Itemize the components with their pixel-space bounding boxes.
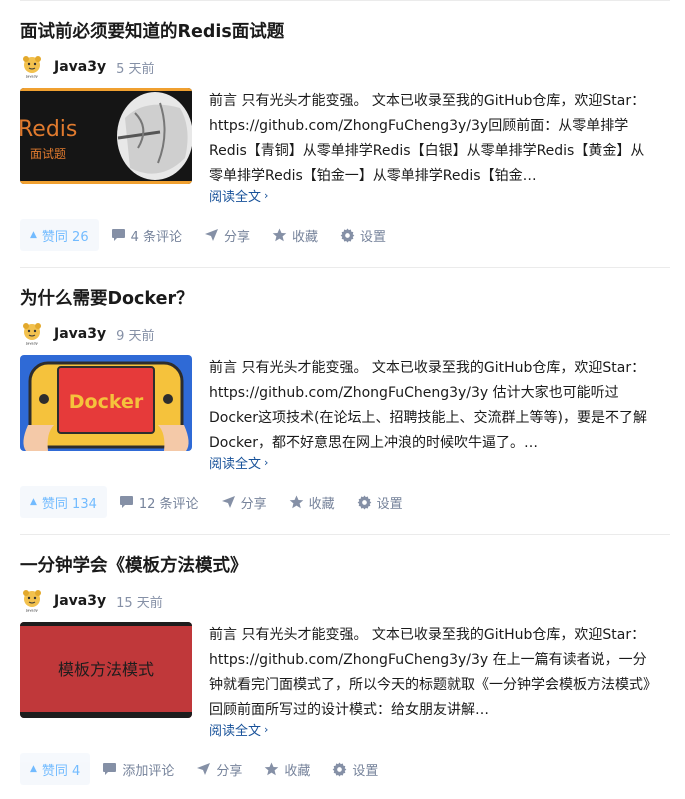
star-icon [272, 228, 287, 242]
read-more-label: 阅读全文 [209, 190, 262, 205]
collect-label: 收藏 [284, 763, 311, 779]
article-feed: 面试前必须要知道的Redis面试题 Java3y Java3y 5 天前 Red… [0, 0, 685, 799]
upvote-triangle-icon: ▲ [30, 230, 37, 240]
article-card: 一分钟学会《模板方法模式》 Java3y Java3y 15 天前 模板方法模式 [20, 535, 670, 799]
comment-button[interactable]: 添加评论 [102, 760, 174, 779]
settings-button[interactable]: 设置 [357, 493, 403, 512]
svg-text:Java3y: Java3y [25, 342, 38, 346]
upvote-button[interactable]: ▲ 赞同 26 [20, 219, 99, 251]
share-label: 分享 [216, 763, 243, 779]
cover-image[interactable]: Redis 面试题 [20, 88, 192, 184]
share-icon [221, 496, 235, 508]
author-name[interactable]: Java3y [54, 593, 106, 609]
gear-icon [340, 227, 355, 243]
post-time[interactable]: 5 天前 [116, 58, 154, 77]
article-excerpt[interactable]: 前言 只有光头才能变强。 文本已收录至我的GitHub仓库，欢迎Star：htt… [209, 356, 657, 456]
star-icon [289, 495, 303, 509]
upvote-button[interactable]: ▲ 赞同 134 [20, 486, 107, 518]
author-row: Java3y Java3y 9 天前 [20, 321, 155, 347]
cover-image[interactable]: Docker [20, 355, 192, 451]
avatar[interactable]: Java3y [20, 589, 44, 613]
read-more-label: 阅读全文 [209, 724, 262, 739]
cover-subtitle: 面试题 [30, 146, 66, 161]
chevron-right-icon: › [264, 189, 269, 202]
author-row: Java3y Java3y 5 天前 [20, 54, 155, 80]
article-card: 面试前必须要知道的Redis面试题 Java3y Java3y 5 天前 Red… [20, 1, 670, 267]
collect-label: 收藏 [292, 229, 319, 245]
cover-image[interactable]: 模板方法模式 [20, 622, 192, 718]
collect-label: 收藏 [308, 496, 335, 512]
cover-title: 模板方法模式 [58, 660, 154, 679]
chevron-right-icon: › [264, 456, 269, 469]
comment-icon [111, 229, 125, 241]
cover-title: Redis [20, 117, 77, 142]
action-bar: ▲ 赞同 134 12 条评论 分享 收藏 设置 [20, 486, 425, 518]
upvote-label: 赞同 134 [41, 496, 97, 512]
settings-button[interactable]: 设置 [332, 760, 378, 779]
comment-icon [119, 496, 133, 508]
article-excerpt[interactable]: 前言 只有光头才能变强。 文本已收录至我的GitHub仓库，欢迎Star：htt… [209, 89, 657, 189]
comment-label: 添加评论 [122, 763, 175, 779]
upvote-triangle-icon: ▲ [30, 497, 37, 507]
upvote-button[interactable]: ▲ 赞同 4 [20, 753, 91, 785]
comment-label: 4 条评论 [130, 229, 183, 245]
read-more-label: 阅读全文 [209, 457, 262, 472]
author-name[interactable]: Java3y [54, 326, 106, 342]
read-more-link[interactable]: 阅读全文 › [209, 720, 268, 739]
comment-button[interactable]: 4 条评论 [111, 226, 182, 245]
article-card: 为什么需要Docker？ Java3y Java3y 9 天前 Docker 前… [20, 268, 670, 534]
article-excerpt[interactable]: 前言 只有光头才能变强。 文本已收录至我的GitHub仓库，欢迎Star：htt… [209, 623, 657, 723]
comment-label: 12 条评论 [138, 496, 199, 512]
upvote-triangle-icon: ▲ [30, 764, 37, 774]
share-button[interactable]: 分享 [196, 760, 242, 779]
svg-text:Java3y: Java3y [25, 609, 38, 613]
collect-button[interactable]: 收藏 [289, 493, 335, 512]
share-icon [197, 763, 211, 775]
upvote-label: 赞同 26 [41, 229, 89, 245]
collect-button[interactable]: 收藏 [264, 760, 310, 779]
share-button[interactable]: 分享 [204, 226, 250, 245]
share-label: 分享 [224, 229, 251, 245]
avatar[interactable]: Java3y [20, 322, 44, 346]
read-more-link[interactable]: 阅读全文 › [209, 186, 268, 205]
author-row: Java3y Java3y 15 天前 [20, 588, 163, 614]
comment-button[interactable]: 12 条评论 [119, 493, 199, 512]
settings-label: 设置 [360, 229, 387, 245]
avatar[interactable]: Java3y [20, 55, 44, 79]
collect-button[interactable]: 收藏 [272, 226, 318, 245]
cover-title: Docker [69, 391, 144, 413]
chevron-right-icon: › [264, 723, 269, 736]
settings-button[interactable]: 设置 [340, 226, 386, 245]
action-bar: ▲ 赞同 26 4 条评论 分享 收藏 设置 [20, 219, 408, 251]
comment-icon [103, 763, 117, 775]
article-title[interactable]: 面试前必须要知道的Redis面试题 [20, 18, 284, 43]
post-time[interactable]: 9 天前 [116, 325, 154, 344]
settings-label: 设置 [376, 496, 403, 512]
gear-icon [357, 494, 371, 510]
star-icon [265, 762, 279, 776]
read-more-link[interactable]: 阅读全文 › [209, 453, 268, 472]
share-icon [205, 229, 219, 241]
share-label: 分享 [240, 496, 267, 512]
article-title[interactable]: 一分钟学会《模板方法模式》 [20, 552, 248, 577]
share-button[interactable]: 分享 [221, 493, 267, 512]
svg-text:Java3y: Java3y [25, 75, 38, 79]
settings-label: 设置 [352, 763, 379, 779]
post-time[interactable]: 15 天前 [116, 592, 163, 611]
article-title[interactable]: 为什么需要Docker？ [20, 285, 194, 310]
upvote-label: 赞同 4 [41, 763, 81, 779]
action-bar: ▲ 赞同 4 添加评论 分享 收藏 设置 [20, 753, 400, 785]
author-name[interactable]: Java3y [54, 59, 106, 75]
gear-icon [333, 761, 347, 777]
